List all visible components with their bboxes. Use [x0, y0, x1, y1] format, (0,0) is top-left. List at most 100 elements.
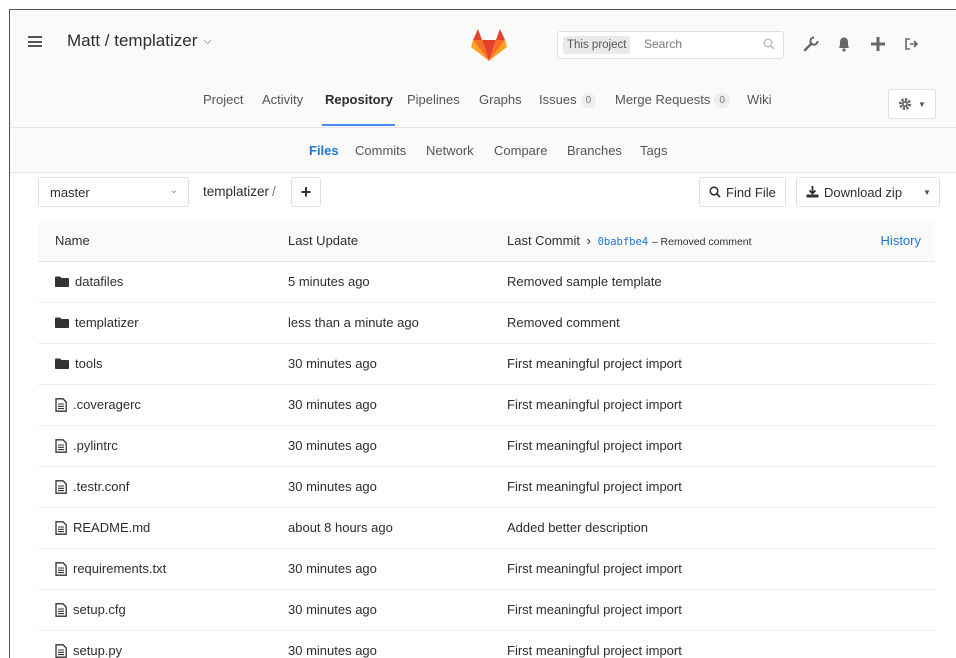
- download-options-dropdown-toggle[interactable]: ▼: [915, 177, 940, 207]
- file-name-link[interactable]: README.md: [55, 520, 150, 535]
- gitlab-logo-icon[interactable]: [470, 28, 508, 62]
- history-link[interactable]: History: [881, 233, 921, 248]
- sign-out-icon[interactable]: [903, 36, 919, 52]
- last-commit-message[interactable]: First meaningful project import: [507, 438, 682, 453]
- file-name-link[interactable]: setup.py: [55, 643, 122, 658]
- subtab-compare[interactable]: Compare: [494, 143, 547, 158]
- file-name: tools: [75, 356, 103, 371]
- file-text-icon: [55, 479, 67, 494]
- download-zip-button[interactable]: Download zip: [796, 177, 916, 207]
- browser-frame: Matt / templatizer ⌵ This project Projec…: [9, 9, 956, 658]
- last-update: 30 minutes ago: [288, 479, 377, 494]
- column-header-last-commit: Last Commit › 0babfbe4 – Removed comment: [507, 233, 752, 248]
- file-name: .coveragerc: [73, 397, 141, 412]
- file-tree-table: Name Last Update Last Commit › 0babfbe4 …: [38, 220, 935, 658]
- tab-wiki[interactable]: Wiki: [747, 92, 772, 107]
- file-name-link[interactable]: templatizer: [55, 315, 139, 330]
- chevron-right-icon: ›: [586, 233, 591, 248]
- settings-dropdown-button[interactable]: ▼: [888, 89, 936, 119]
- last-update: 5 minutes ago: [288, 274, 370, 289]
- project-title: Matt / templatizer: [67, 31, 198, 50]
- last-update: less than a minute ago: [288, 315, 419, 330]
- subtab-files[interactable]: Files: [309, 143, 339, 158]
- file-name-link[interactable]: .testr.conf: [55, 479, 129, 494]
- tab-merge-requests[interactable]: Merge Requests 0: [615, 92, 730, 108]
- search-input[interactable]: [644, 37, 754, 51]
- chevron-down-icon: ⌄: [169, 185, 178, 196]
- gear-icon: [899, 98, 912, 110]
- file-name-link[interactable]: tools: [55, 356, 102, 371]
- branch-select-value: master: [50, 185, 90, 200]
- find-file-button[interactable]: Find File: [699, 177, 786, 207]
- project-title-dropdown[interactable]: Matt / templatizer ⌵: [67, 31, 212, 51]
- last-commit-message[interactable]: First meaningful project import: [507, 643, 682, 658]
- file-text-icon: [55, 520, 67, 535]
- last-commit-message[interactable]: Added better description: [507, 520, 648, 535]
- table-row: setup.cfg 30 minutes ago First meaningful …: [38, 590, 935, 631]
- table-row: setup.py 30 minutes ago First meaningful p…: [38, 631, 935, 658]
- tab-project[interactable]: Project: [203, 92, 243, 107]
- file-name-link[interactable]: requirements.txt: [55, 561, 166, 576]
- file-name-link[interactable]: datafiles: [55, 274, 123, 289]
- file-rows: datafiles 5 minutes ago Removed sample tem…: [38, 262, 935, 658]
- tab-activity[interactable]: Activity: [262, 92, 303, 107]
- breadcrumb-repo-link[interactable]: templatizer: [203, 184, 269, 199]
- caret-down-icon: ▼: [918, 99, 926, 109]
- last-commit-message[interactable]: First meaningful project import: [507, 561, 682, 576]
- file-name-link[interactable]: .pylintrc: [55, 438, 118, 453]
- active-tab-indicator: [322, 124, 395, 126]
- repository-subnav: Files Commits Network Compare Branches T…: [10, 129, 956, 173]
- column-header-name: Name: [55, 233, 90, 248]
- last-update: 30 minutes ago: [288, 438, 377, 453]
- tab-issues-label: Issues: [539, 92, 577, 107]
- tab-pipelines[interactable]: Pipelines: [407, 92, 460, 107]
- folder-icon: [55, 317, 69, 328]
- branch-select[interactable]: master ⌄: [38, 177, 189, 207]
- last-commit-message[interactable]: Removed sample template: [507, 274, 662, 289]
- file-name: .pylintrc: [73, 438, 118, 453]
- table-row: tools 30 minutes ago First meaningful proj…: [38, 344, 935, 385]
- last-update: about 8 hours ago: [288, 520, 393, 535]
- commit-message: – Removed comment: [651, 236, 752, 248]
- chevron-down-icon: ⌵: [203, 34, 212, 47]
- file-text-icon: [55, 561, 67, 576]
- subtab-tags[interactable]: Tags: [640, 143, 667, 158]
- commit-sha-link[interactable]: 0babfbe4: [598, 236, 649, 248]
- file-name: datafiles: [75, 274, 124, 289]
- bell-icon[interactable]: [836, 36, 852, 52]
- tab-graphs[interactable]: Graphs: [479, 92, 522, 107]
- folder-icon: [55, 276, 69, 287]
- subtab-branches[interactable]: Branches: [567, 143, 622, 158]
- subtab-network[interactable]: Network: [426, 143, 474, 158]
- table-row: requirements.txt 30 minutes ago First mean…: [38, 549, 935, 590]
- last-commit-message[interactable]: Removed comment: [507, 315, 620, 330]
- wrench-icon[interactable]: [803, 36, 819, 52]
- add-file-button[interactable]: +: [291, 177, 321, 207]
- last-update: 30 minutes ago: [288, 397, 377, 412]
- top-header: Matt / templatizer ⌵ This project: [10, 10, 956, 78]
- last-commit-message[interactable]: First meaningful project import: [507, 479, 682, 494]
- last-commit-message[interactable]: First meaningful project import: [507, 602, 682, 617]
- last-commit-message[interactable]: First meaningful project import: [507, 397, 682, 412]
- search-scope-label: This project: [563, 36, 631, 54]
- file-name: setup.py: [73, 643, 123, 658]
- subtab-commits[interactable]: Commits: [355, 143, 406, 158]
- search-icon: [763, 38, 775, 50]
- file-name-link[interactable]: .coveragerc: [55, 397, 141, 412]
- file-text-icon: [55, 438, 67, 453]
- plus-icon[interactable]: [870, 36, 886, 52]
- file-name: templatizer: [75, 315, 139, 330]
- file-text-icon: [55, 643, 67, 658]
- hamburger-menu-icon[interactable]: [28, 36, 42, 47]
- file-name: setup.cfg: [73, 602, 126, 617]
- table-header: Name Last Update Last Commit › 0babfbe4 …: [38, 220, 935, 262]
- file-name-link[interactable]: setup.cfg: [55, 602, 126, 617]
- caret-down-icon: ▼: [923, 187, 931, 197]
- last-commit-message[interactable]: First meaningful project import: [507, 356, 682, 371]
- tab-repository[interactable]: Repository: [325, 92, 393, 107]
- tab-issues[interactable]: Issues 0: [539, 92, 597, 108]
- search-box[interactable]: This project: [557, 31, 784, 59]
- search-icon: [709, 186, 721, 198]
- last-update: 30 minutes ago: [288, 356, 377, 371]
- breadcrumb: templatizer /: [203, 184, 276, 199]
